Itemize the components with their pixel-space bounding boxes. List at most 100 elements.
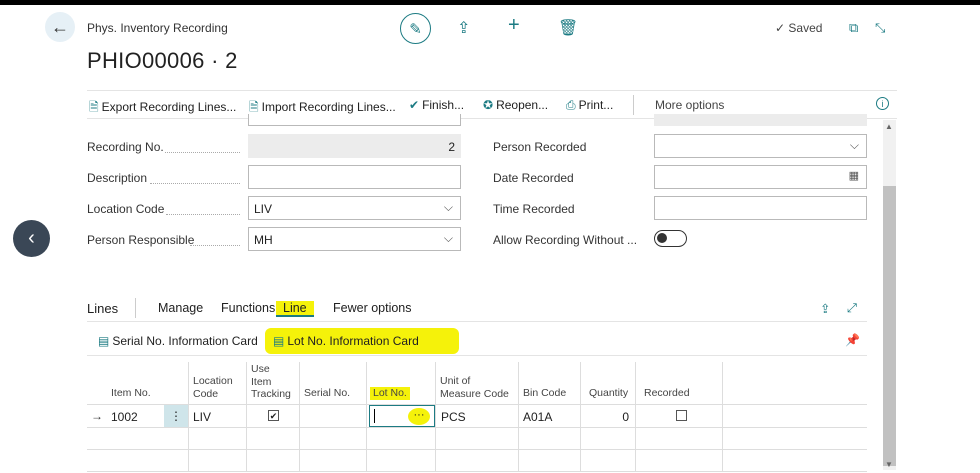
divider — [633, 95, 634, 115]
printer-icon: ⎙ — [566, 98, 576, 112]
new-button[interactable]: + — [508, 14, 520, 37]
cell-unit-of-measure[interactable]: PCS — [441, 410, 466, 424]
column-divider — [635, 362, 636, 472]
calendar-icon[interactable]: ▦ — [849, 169, 859, 182]
person-responsible-select[interactable]: MH ⌵ — [248, 227, 461, 251]
column-lot-no[interactable]: Lot No. — [370, 387, 410, 400]
column-unit-of-measure[interactable]: Unit of Measure Code — [440, 375, 509, 400]
scroll-down-icon[interactable]: ▼ — [885, 460, 893, 469]
share-button[interactable]: ⇪ — [457, 18, 470, 38]
column-serial-no[interactable]: Serial No. — [304, 387, 350, 400]
time-recorded-field[interactable] — [654, 196, 867, 220]
assist-edit-button[interactable]: ··· — [408, 408, 430, 425]
share-icon: ⇪ — [820, 302, 831, 316]
chevron-down-icon: ⌵ — [443, 200, 453, 214]
cell-bin-code[interactable]: A01A — [523, 410, 552, 424]
date-recorded-field[interactable]: ▦ — [654, 165, 867, 189]
trash-icon: 🗑 — [558, 20, 579, 37]
print-action[interactable]: ⎙ Print... — [566, 98, 613, 113]
page-title: PHIO00006 · 2 — [87, 48, 238, 73]
tab-manage[interactable]: Manage — [158, 301, 203, 315]
person-recorded-select[interactable]: ⌵ — [654, 134, 867, 158]
export-recording-lines-action[interactable]: 🗎 Export Recording Lines... — [89, 98, 236, 119]
location-code-select[interactable]: LIV ⌵ — [248, 196, 461, 220]
save-status: ✓ Saved — [775, 21, 823, 35]
time-recorded-label: Time Recorded — [493, 202, 575, 216]
cell-location-code[interactable]: LIV — [193, 410, 211, 424]
column-divider — [435, 362, 436, 472]
arrow-left-icon: ← — [51, 16, 69, 37]
previous-record-button[interactable]: ‹ — [13, 220, 50, 257]
cell-item-no[interactable]: 1002 — [111, 410, 138, 424]
card-icon: ▤ — [98, 334, 110, 348]
open-new-window-icon: ⧉ — [849, 20, 859, 35]
column-quantity[interactable]: Quantity — [589, 387, 628, 400]
expand-lines-button[interactable]: ⤢ — [847, 301, 857, 316]
serial-no-information-card-action[interactable]: ▤ Serial No. Information Card — [98, 334, 258, 348]
row-actions-button[interactable]: ⋮ — [164, 405, 188, 427]
person-responsible-label: Person Responsible — [87, 233, 195, 247]
cell-lot-no-input[interactable]: ··· — [369, 405, 435, 427]
person-recorded-label: Person Recorded — [493, 140, 587, 154]
pencil-icon: ✎ — [409, 20, 422, 38]
column-divider — [188, 362, 189, 472]
open-new-window-button[interactable]: ⧉ — [849, 20, 858, 36]
card-icon: ▤ — [273, 334, 285, 348]
allow-recording-toggle[interactable] — [654, 230, 687, 247]
column-item-no[interactable]: Item No. — [111, 387, 151, 400]
text-cursor — [374, 409, 375, 423]
collapse-button[interactable]: ⤡ — [875, 20, 885, 36]
cell-use-item-tracking-checkbox[interactable]: ✔ — [268, 410, 279, 421]
scrollbar-thumb[interactable] — [883, 186, 896, 466]
reopen-action[interactable]: ✪ Reopen... — [483, 98, 548, 112]
chevron-down-icon: ⌵ — [849, 138, 859, 152]
share-icon: ⇪ — [457, 20, 471, 37]
edit-button[interactable]: ✎ — [400, 13, 431, 44]
finish-action[interactable]: ✔ Finish... — [409, 98, 464, 112]
import-icon: 🗎 — [249, 100, 259, 114]
breadcrumb: Phys. Inventory Recording — [87, 21, 228, 35]
lot-no-information-card-action[interactable]: ▤ Lot No. Information Card — [265, 328, 459, 354]
row-divider — [87, 471, 867, 472]
location-code-label: Location Code — [87, 202, 165, 216]
column-recorded[interactable]: Recorded — [644, 387, 690, 400]
column-divider — [366, 362, 367, 472]
pin-button[interactable]: 📌 — [845, 333, 860, 347]
leader-dots — [166, 214, 240, 215]
check-icon: ✔ — [409, 98, 420, 112]
tab-fewer-options[interactable]: Fewer options — [333, 301, 412, 315]
row-divider — [87, 449, 867, 450]
column-use-item-tracking[interactable]: Use Item Tracking — [251, 363, 291, 401]
description-label: Description — [87, 171, 148, 185]
date-recorded-label: Date Recorded — [493, 171, 574, 185]
column-divider — [299, 362, 300, 472]
back-button[interactable]: ← — [45, 12, 75, 42]
description-field[interactable] — [248, 165, 461, 189]
current-row-arrow-icon: → — [91, 409, 103, 423]
share-lines-button[interactable]: ⇪ — [820, 301, 830, 316]
lines-sub-action-bar: ▤ Serial No. Information Card ▤ Lot No. In… — [87, 326, 867, 356]
plus-icon: + — [508, 14, 520, 36]
lines-header: Lines Manage Functions Line Fewer option… — [87, 296, 867, 322]
tab-functions[interactable]: Functions — [221, 301, 275, 315]
reopen-icon: ✪ — [483, 98, 494, 112]
leader-dots — [165, 152, 240, 153]
info-icon[interactable]: i — [876, 97, 889, 110]
column-divider — [722, 362, 723, 472]
delete-button[interactable]: 🗑 — [558, 18, 578, 38]
check-icon: ✓ — [775, 21, 786, 35]
column-divider — [246, 362, 247, 472]
more-options-action[interactable]: More options — [655, 98, 724, 112]
divider — [135, 298, 136, 318]
tab-line[interactable]: Line — [276, 301, 314, 317]
window-top-border — [0, 0, 980, 5]
collapse-icon: ⤡ — [875, 20, 886, 35]
expand-icon: ⤢ — [847, 301, 858, 315]
scroll-up-icon[interactable]: ▲ — [885, 122, 893, 131]
cell-quantity[interactable]: 0 — [580, 410, 629, 424]
row-divider — [87, 427, 867, 428]
column-location-code[interactable]: Location Code — [193, 375, 233, 400]
cell-recorded-checkbox[interactable] — [676, 410, 687, 421]
column-bin-code[interactable]: Bin Code — [523, 387, 566, 400]
export-icon: 🗎 — [89, 100, 99, 114]
